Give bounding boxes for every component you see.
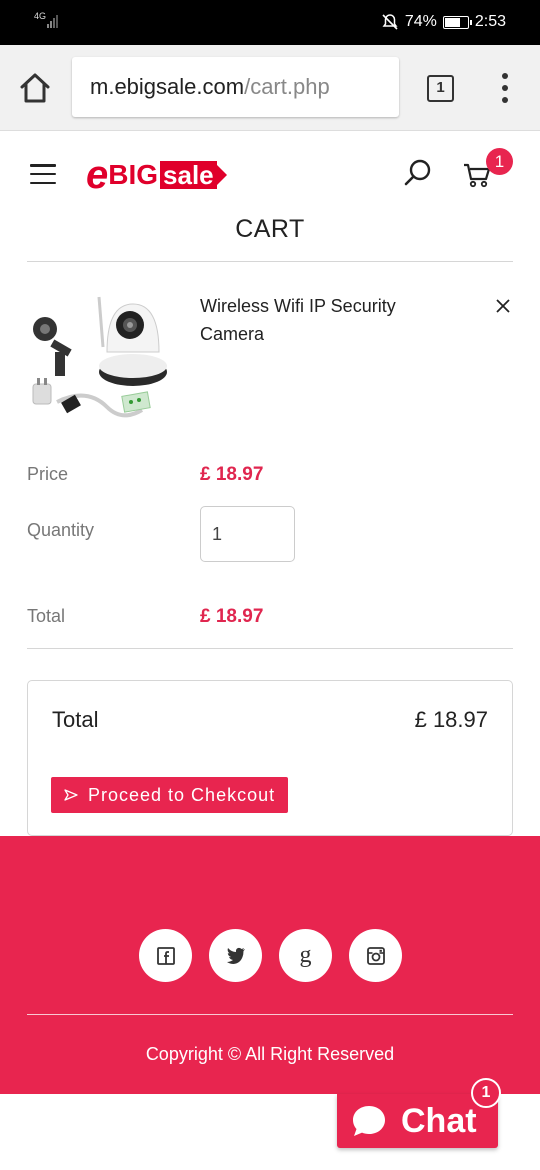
chat-bubble-icon <box>353 1106 385 1136</box>
product-name[interactable]: Wireless Wifi IP Security Camera <box>200 292 440 348</box>
clock: 2:53 <box>474 13 506 30</box>
address-bar[interactable]: m.ebigsale.com/cart.php <box>72 57 399 117</box>
battery-level <box>444 17 461 27</box>
browser-toolbar: m.ebigsale.com/cart.php 1 <box>0 45 540 131</box>
network-type: 4G <box>34 11 47 21</box>
site-footer: g Copyright © All Right Reserved <box>0 836 540 1094</box>
battery-icon <box>442 15 472 29</box>
site-header: e BIG sale <box>0 131 540 215</box>
footer-divider <box>27 1014 513 1015</box>
logo-e: e <box>86 153 109 197</box>
price-label: Price <box>27 464 69 484</box>
twitter-icon[interactable] <box>209 929 262 982</box>
tab-switcher-button[interactable]: 1 <box>427 75 454 102</box>
status-bar: 4G 74% 2:53 <box>0 0 540 45</box>
logo-sale: sale <box>160 161 227 189</box>
divider <box>27 261 513 262</box>
quantity-input[interactable] <box>200 506 295 562</box>
quantity-label: Quantity <box>27 520 95 540</box>
mute-icon <box>382 14 398 30</box>
item-total-label: Total <box>27 606 66 626</box>
google-glyph: g <box>299 942 312 968</box>
social-links: g <box>139 929 402 982</box>
page-title: CART <box>235 215 305 243</box>
home-icon[interactable] <box>18 71 52 105</box>
cart-summary: Total £ 18.97 Proceed to Chekcout <box>27 680 513 836</box>
instagram-icon[interactable] <box>349 929 402 982</box>
url-path: /cart.php <box>244 74 330 99</box>
logo-big: BIG <box>108 159 159 190</box>
item-total-value: £ 18.97 <box>200 606 264 627</box>
chat-label: Chat <box>401 1101 477 1140</box>
site-logo[interactable]: e BIG sale <box>86 153 227 197</box>
google-icon[interactable]: g <box>279 929 332 982</box>
url-domain: m.ebigsale.com <box>90 74 245 99</box>
price-value: £ 18.97 <box>200 464 264 485</box>
product-image[interactable] <box>27 292 167 429</box>
summary-total-label: Total <box>52 707 99 732</box>
cart-count-badge: 1 <box>486 148 513 175</box>
copyright-text: Copyright © All Right Reserved <box>145 1044 395 1064</box>
status-right: 74% 2:53 <box>381 13 506 31</box>
summary-total-value: £ 18.97 <box>414 707 488 732</box>
chat-notification-badge: 1 <box>471 1078 501 1108</box>
facebook-icon[interactable] <box>139 929 192 982</box>
more-menu-icon[interactable] <box>498 73 512 103</box>
checkout-label: Proceed to Chekcout <box>88 785 276 805</box>
battery-percent: 74% <box>404 13 437 30</box>
signal-icon <box>47 15 58 28</box>
divider <box>27 648 513 649</box>
search-icon[interactable] <box>402 157 434 189</box>
close-icon[interactable] <box>494 297 512 315</box>
menu-icon[interactable] <box>30 164 56 184</box>
send-icon <box>64 789 78 801</box>
checkout-button[interactable]: Proceed to Chekcout <box>51 777 289 813</box>
